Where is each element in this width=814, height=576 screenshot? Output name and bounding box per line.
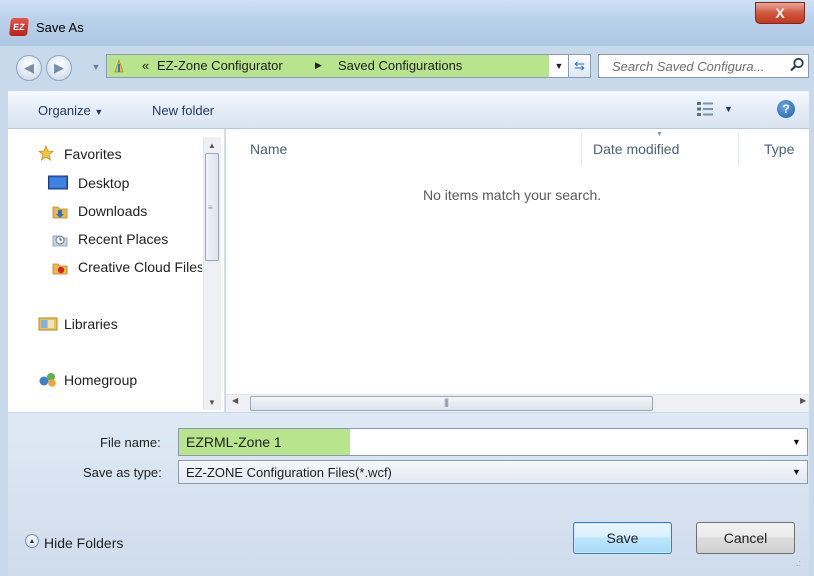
- homegroup-icon: [39, 373, 56, 387]
- column-header-name[interactable]: Name: [250, 141, 287, 157]
- search-icon[interactable]: [789, 57, 805, 73]
- grip-icon: |||: [444, 397, 449, 407]
- sidebar-item-desktop[interactable]: Desktop: [78, 175, 129, 191]
- empty-list-message: No items match your search.: [423, 187, 602, 203]
- window-title: Save As: [36, 20, 84, 35]
- search-placeholder: Search Saved Configura...: [612, 59, 765, 74]
- scroll-right-arrow-icon[interactable]: ▶: [800, 396, 806, 405]
- chevron-down-icon: ▼: [94, 107, 104, 117]
- organize-label: Organize: [38, 103, 91, 118]
- sidebar-item-creative-cloud[interactable]: Creative Cloud Files: [78, 259, 202, 275]
- view-options-icon[interactable]: [697, 102, 713, 116]
- horizontal-scroll-thumb[interactable]: [250, 396, 653, 411]
- save-button[interactable]: Save: [573, 522, 672, 554]
- back-arrow-icon: ◀: [24, 60, 34, 75]
- breadcrumb-ez-zone-configurator[interactable]: EZ-Zone Configurator: [157, 58, 283, 73]
- resize-grip-icon[interactable]: .:: [796, 558, 801, 568]
- column-header-date-modified[interactable]: Date modified: [593, 141, 679, 157]
- breadcrumb-separator-icon[interactable]: ▶: [315, 60, 322, 71]
- column-divider[interactable]: [581, 133, 582, 163]
- sort-indicator-icon: ▼: [656, 131, 663, 138]
- back-button[interactable]: ◀: [16, 55, 42, 81]
- breadcrumb-saved-configurations[interactable]: Saved Configurations: [338, 58, 462, 73]
- cancel-button[interactable]: Cancel: [696, 522, 795, 554]
- column-divider[interactable]: [738, 133, 739, 163]
- app-icon: EZ: [9, 18, 29, 36]
- path-overflow-chevron[interactable]: «: [142, 58, 149, 73]
- help-icon[interactable]: ?: [777, 100, 795, 118]
- new-folder-button[interactable]: New folder: [152, 103, 214, 118]
- scroll-left-arrow-icon[interactable]: ◀: [232, 396, 238, 405]
- star-icon: [38, 145, 54, 161]
- command-toolbar: [8, 91, 809, 129]
- chevron-down-icon[interactable]: ▼: [792, 437, 801, 447]
- refresh-button[interactable]: ⇆: [569, 54, 591, 78]
- save-type-label: Save as type:: [83, 465, 162, 480]
- view-options-dropdown[interactable]: ▼: [724, 104, 733, 114]
- recent-places-icon: [52, 235, 68, 247]
- hide-folders-button[interactable]: Hide Folders: [44, 535, 123, 551]
- grip-icon: ≡: [208, 203, 213, 212]
- libraries-icon: [38, 317, 58, 331]
- recent-locations-dropdown[interactable]: ▼: [90, 60, 102, 74]
- save-type-value[interactable]: EZ-ZONE Configuration Files(*.wcf): [186, 465, 392, 480]
- sidebar-item-downloads[interactable]: Downloads: [78, 203, 147, 219]
- sidebar-item-favorites[interactable]: Favorites: [64, 146, 122, 162]
- collapse-up-icon[interactable]: ▲: [25, 534, 39, 548]
- sidebar-item-homegroup[interactable]: Homegroup: [64, 372, 137, 388]
- close-button[interactable]: X: [755, 2, 805, 24]
- sidebar-item-libraries[interactable]: Libraries: [64, 316, 118, 332]
- title-bar: [0, 0, 814, 46]
- address-dropdown-button[interactable]: ▼: [549, 55, 569, 77]
- column-header-type[interactable]: Type: [764, 141, 794, 157]
- scroll-down-arrow-icon[interactable]: ▼: [203, 394, 221, 410]
- creative-cloud-icon: [52, 263, 68, 275]
- organize-button[interactable]: Organize ▼: [38, 103, 103, 118]
- chevron-down-icon[interactable]: ▼: [792, 467, 801, 477]
- sidebar-item-recent-places[interactable]: Recent Places: [78, 231, 168, 247]
- filename-label: File name:: [100, 435, 161, 450]
- refresh-icon: ⇆: [574, 58, 585, 73]
- file-list[interactable]: [226, 129, 809, 412]
- folder-path-icon: [114, 58, 124, 73]
- filename-value[interactable]: EZRML-Zone 1: [186, 434, 282, 450]
- desktop-icon: [48, 175, 68, 190]
- scroll-up-arrow-icon[interactable]: ▲: [203, 137, 221, 153]
- forward-arrow-icon: ▶: [54, 60, 64, 75]
- downloads-folder-icon: [52, 206, 68, 219]
- forward-button[interactable]: ▶: [46, 55, 72, 81]
